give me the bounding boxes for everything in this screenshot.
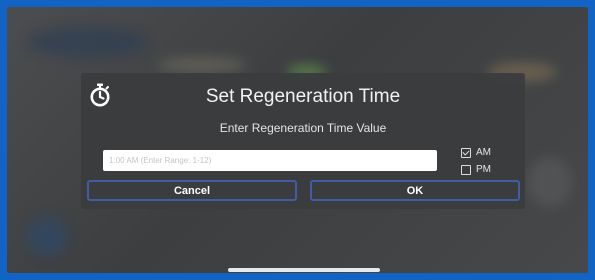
- ok-button[interactable]: OK: [310, 180, 520, 201]
- background-blur: [27, 217, 67, 257]
- home-indicator[interactable]: [228, 268, 380, 272]
- dialog-title: Set Regeneration Time: [205, 86, 401, 107]
- am-option[interactable]: AM: [461, 147, 491, 158]
- background-blur: [527, 157, 572, 207]
- cancel-button[interactable]: Cancel: [87, 180, 297, 201]
- background-blur: [27, 27, 147, 57]
- regeneration-time-dialog: Set Regeneration Time Enter Regeneration…: [81, 73, 525, 209]
- regeneration-time-input[interactable]: [103, 150, 437, 171]
- dialog-subtitle: Enter Regeneration Time Value: [219, 121, 387, 135]
- pm-label: PM: [476, 164, 491, 175]
- pm-checkbox[interactable]: [461, 164, 471, 175]
- am-label: AM: [476, 147, 491, 158]
- am-checkbox[interactable]: [461, 147, 471, 158]
- background-blur: [157, 57, 247, 73]
- pm-option[interactable]: PM: [461, 164, 491, 175]
